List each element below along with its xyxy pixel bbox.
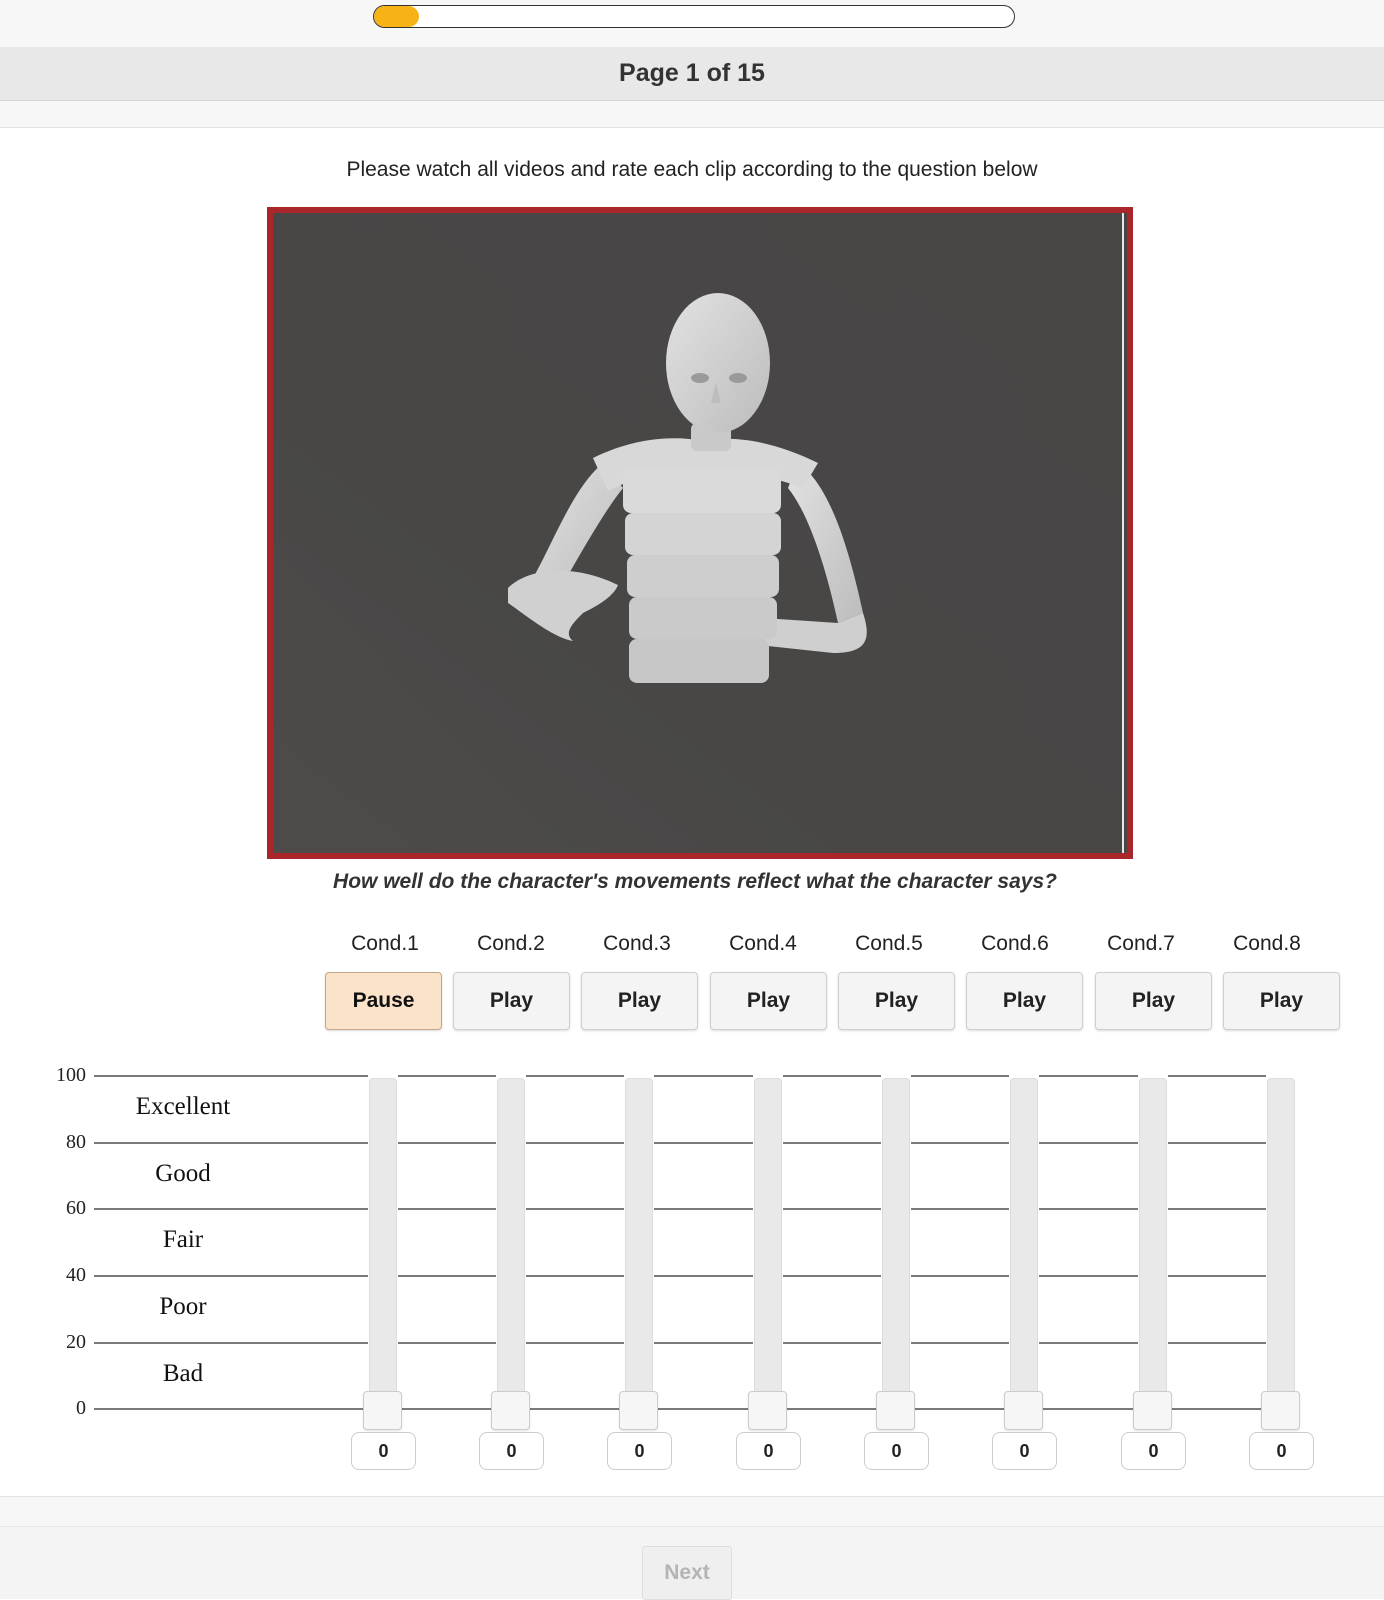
next-button[interactable]: Next (642, 1546, 732, 1600)
scale-tick-label: 0 (76, 1397, 86, 1419)
scale-category-label: Poor (159, 1293, 207, 1320)
progress-bar-fill (374, 6, 419, 27)
progress-bar (373, 5, 1015, 28)
play-button-cond-6[interactable]: Play (966, 972, 1083, 1030)
page-indicator: Page 1 of 15 (619, 59, 765, 87)
play-button-cond-2[interactable]: Play (453, 972, 570, 1030)
play-button-cond-8[interactable]: Play (1223, 972, 1340, 1030)
play-button-cond-5[interactable]: Play (838, 972, 955, 1030)
rating-slider-cond-2[interactable] (497, 1078, 525, 1412)
slider-thumb-cond-2[interactable] (491, 1391, 530, 1430)
slider-thumb-cond-3[interactable] (619, 1391, 658, 1430)
slider-thumb-cond-4[interactable] (748, 1391, 787, 1430)
rating-value-cond-2[interactable]: 0 (479, 1432, 544, 1470)
rating-slider-cond-1[interactable] (369, 1078, 397, 1412)
scale-gridline (94, 1075, 1284, 1077)
cond-label: Cond.2 (477, 932, 545, 955)
slider-thumb-cond-7[interactable] (1133, 1391, 1172, 1430)
rating-slider-cond-5[interactable] (882, 1078, 910, 1412)
scale-gridline (94, 1208, 1284, 1210)
scale-tick-label: 40 (66, 1264, 86, 1286)
rating-question: How well do the character's movements re… (333, 870, 1057, 893)
rating-slider-cond-3[interactable] (625, 1078, 653, 1412)
rating-value-cond-6[interactable]: 0 (992, 1432, 1057, 1470)
scale-tick-label: 20 (66, 1331, 86, 1353)
scale-category-label: Excellent (135, 1093, 231, 1120)
cond-label: Cond.7 (1107, 932, 1175, 955)
rating-value-cond-3[interactable]: 0 (607, 1432, 672, 1470)
play-button-cond-4[interactable]: Play (710, 972, 827, 1030)
cond-label: Cond.6 (981, 932, 1049, 955)
cond-label: Cond.8 (1233, 932, 1301, 955)
scale-gridline (94, 1408, 1284, 1410)
slider-thumb-cond-1[interactable] (363, 1391, 402, 1430)
scale-tick-label: 100 (56, 1064, 86, 1086)
rating-value-cond-4[interactable]: 0 (736, 1432, 801, 1470)
page-header: Page 1 of 15 (0, 47, 1384, 101)
slider-thumb-cond-5[interactable] (876, 1391, 915, 1430)
cond-label: Cond.3 (603, 932, 671, 955)
slider-thumb-cond-8[interactable] (1261, 1391, 1300, 1430)
scale-category-label: Good (155, 1160, 211, 1187)
scale-gridline (94, 1275, 1284, 1277)
rating-value-cond-5[interactable]: 0 (864, 1432, 929, 1470)
video-player[interactable] (267, 207, 1133, 859)
cond-label: Cond.4 (729, 932, 797, 955)
rating-slider-cond-6[interactable] (1010, 1078, 1038, 1412)
rating-slider-cond-7[interactable] (1139, 1078, 1167, 1412)
slider-thumb-cond-6[interactable] (1004, 1391, 1043, 1430)
rating-value-cond-7[interactable]: 0 (1121, 1432, 1186, 1470)
play-button-cond-3[interactable]: Play (581, 972, 698, 1030)
rating-slider-cond-8[interactable] (1267, 1078, 1295, 1412)
play-button-cond-7[interactable]: Play (1095, 972, 1212, 1030)
scale-tick-label: 80 (66, 1131, 86, 1153)
rating-slider-cond-4[interactable] (754, 1078, 782, 1412)
progress-area (0, 0, 1384, 47)
scale-gridline (94, 1142, 1284, 1144)
instruction-text: Please watch all videos and rate each cl… (346, 158, 1038, 181)
scale-category-label: Fair (162, 1226, 204, 1253)
scale-tick-label: 60 (66, 1197, 86, 1219)
pause-button-cond-1[interactable]: Pause (325, 972, 442, 1030)
cond-label: Cond.5 (855, 932, 923, 955)
video-frame-image (273, 213, 1127, 853)
rating-value-cond-1[interactable]: 0 (351, 1432, 416, 1470)
cond-label: Cond.1 (351, 932, 419, 955)
scale-gridline (94, 1342, 1284, 1344)
header-divider (0, 101, 1384, 128)
rating-value-cond-8[interactable]: 0 (1249, 1432, 1314, 1470)
scale-category-label: Bad (162, 1360, 204, 1387)
